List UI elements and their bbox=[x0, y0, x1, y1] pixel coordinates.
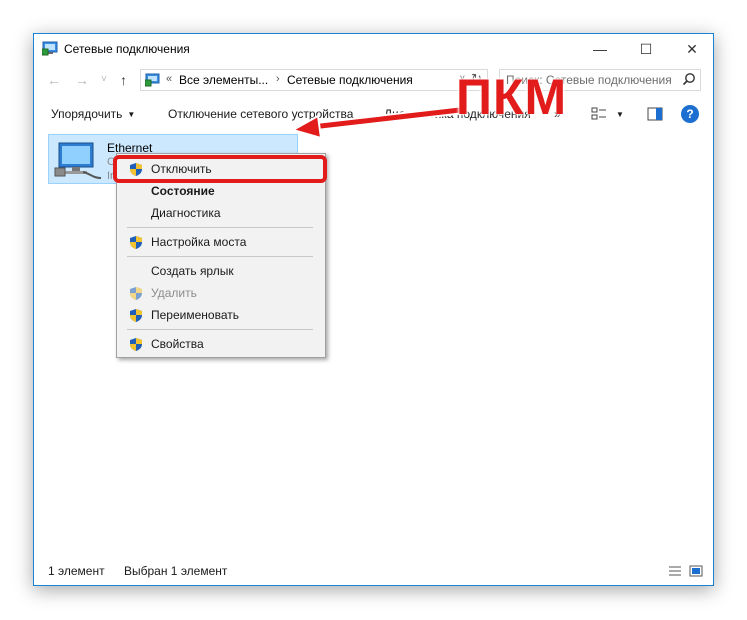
menu-item-properties[interactable]: Свойства bbox=[117, 333, 325, 355]
item-count: 1 элемент bbox=[48, 564, 105, 578]
details-view-icon[interactable] bbox=[668, 565, 682, 577]
chevron-down-icon: ▼ bbox=[127, 110, 136, 119]
view-options-icon[interactable] bbox=[591, 107, 607, 121]
ethernet-adapter-icon bbox=[54, 142, 102, 179]
breadcrumb-separator: › bbox=[276, 73, 280, 85]
address-bar[interactable]: « Все элементы... › Сетевые подключения … bbox=[140, 69, 488, 91]
network-connections-icon bbox=[145, 73, 160, 87]
menu-item-rename[interactable]: Переименовать bbox=[117, 304, 325, 326]
title-bar: Сетевые подключения — ☐ ✕ bbox=[34, 34, 713, 64]
organize-label: Упорядочить bbox=[51, 107, 123, 121]
preview-pane-icon[interactable] bbox=[647, 107, 663, 121]
menu-item-diagnostics[interactable]: Диагностика bbox=[117, 202, 325, 224]
context-menu: Отключить Состояние Диагностика Настройк… bbox=[116, 153, 326, 358]
highlight-box bbox=[113, 155, 327, 183]
address-row: ← → ˅ ↑ « Все элементы... › Сетевые подк… bbox=[34, 67, 713, 95]
uac-shield-icon bbox=[130, 287, 142, 300]
uac-shield-icon bbox=[130, 309, 142, 322]
menu-item-status[interactable]: Состояние bbox=[117, 180, 325, 202]
menu-separator bbox=[127, 329, 313, 330]
menu-separator bbox=[127, 227, 313, 228]
search-icon bbox=[682, 73, 695, 86]
back-button[interactable]: ← bbox=[47, 72, 61, 88]
menu-item-label: Состояние bbox=[151, 184, 215, 198]
status-bar: 1 элемент Выбран 1 элемент bbox=[34, 557, 713, 585]
organize-button[interactable]: Упорядочить ▼ bbox=[51, 107, 135, 121]
window-title: Сетевые подключения bbox=[64, 42, 190, 56]
menu-separator bbox=[127, 256, 313, 257]
menu-item-bridge-connections[interactable]: Настройка моста bbox=[117, 231, 325, 253]
network-connections-icon bbox=[42, 41, 58, 56]
maximize-button[interactable]: ☐ bbox=[623, 34, 669, 64]
menu-item-label: Переименовать bbox=[151, 308, 239, 322]
annotation-label: ПКМ bbox=[456, 69, 568, 125]
forward-button[interactable]: → bbox=[75, 72, 89, 88]
command-bar: Упорядочить ▼ Отключение сетевого устройс… bbox=[34, 100, 713, 128]
breadcrumb-all-items[interactable]: Все элементы... bbox=[179, 73, 268, 87]
uac-shield-icon bbox=[130, 236, 142, 249]
help-icon[interactable]: ? bbox=[681, 105, 699, 123]
menu-item-create-shortcut[interactable]: Создать ярлык bbox=[117, 260, 325, 282]
menu-item-label: Свойства bbox=[151, 337, 204, 351]
menu-item-label: Диагностика bbox=[151, 206, 221, 220]
minimize-button[interactable]: — bbox=[577, 34, 623, 64]
view-dropdown-icon[interactable]: ▼ bbox=[616, 110, 624, 119]
breadcrumb-network-connections[interactable]: Сетевые подключения bbox=[287, 73, 413, 87]
menu-item-label: Создать ярлык bbox=[151, 264, 234, 278]
disable-device-button[interactable]: Отключение сетевого устройства bbox=[168, 107, 353, 121]
uac-shield-icon bbox=[130, 338, 142, 351]
menu-item-delete: Удалить bbox=[117, 282, 325, 304]
recent-locations-button[interactable]: ˅ bbox=[101, 74, 107, 85]
large-icons-view-icon[interactable] bbox=[689, 565, 703, 577]
breadcrumb-overflow[interactable]: « bbox=[166, 73, 172, 85]
close-button[interactable]: ✕ bbox=[669, 34, 715, 64]
menu-item-label: Настройка моста bbox=[151, 235, 247, 249]
menu-item-label: Удалить bbox=[151, 286, 197, 300]
up-button[interactable]: ↑ bbox=[120, 72, 127, 88]
selection-count: Выбран 1 элемент bbox=[124, 564, 228, 578]
